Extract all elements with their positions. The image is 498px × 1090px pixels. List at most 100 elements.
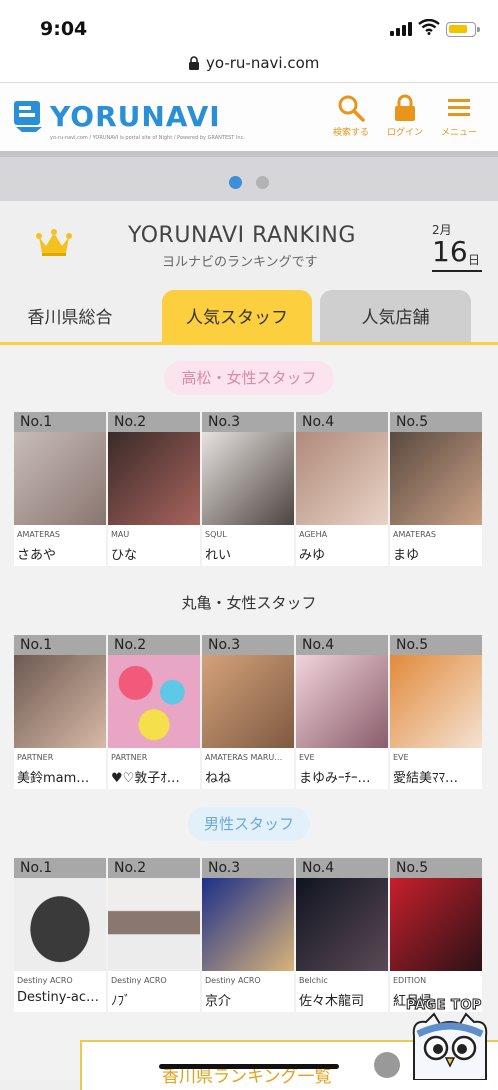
staff-photo xyxy=(14,432,106,525)
staff-name: まゆ xyxy=(393,548,420,563)
shop-name: PARTNER xyxy=(111,753,148,762)
shop-name: EDITION xyxy=(393,976,427,985)
section-title-male: 男性スタッフ xyxy=(188,807,310,841)
staff-card[interactable]: No.4 Belchic 佐々木龍司 xyxy=(296,858,388,1012)
menu-label: メニュー xyxy=(440,128,477,138)
staff-card[interactable]: No.5 EVE 愛結美ﾏﾏ… xyxy=(390,635,482,789)
rank-label: No.1 xyxy=(14,412,106,432)
tab-popular-staff[interactable]: 人気スタッフ xyxy=(162,290,312,342)
staff-name: みゆ xyxy=(299,548,326,563)
staff-photo xyxy=(296,655,388,748)
date-unit: 日 xyxy=(468,253,481,267)
logo-text: YORUNAVI xyxy=(50,100,221,133)
staff-card[interactable]: No.1 Destiny ACRO Destiny-ac… xyxy=(14,858,106,1012)
arrow-right-icon xyxy=(374,1052,400,1078)
staff-name: ﾉﾌﾞ xyxy=(111,994,131,1009)
rank-label: No.5 xyxy=(390,858,482,878)
staff-name: Destiny-ac… xyxy=(17,990,99,1005)
staff-card[interactable]: No.2 Destiny ACRO ﾉﾌﾞ xyxy=(108,858,200,1012)
staff-photo xyxy=(390,432,482,525)
shop-name: AMATERAS xyxy=(393,530,436,539)
staff-photo xyxy=(296,878,388,971)
section-title-takamatsu: 高松・女性スタッフ xyxy=(164,361,334,395)
staff-card[interactable]: No.1 AMATERAS さあや xyxy=(14,412,106,566)
staff-card[interactable]: No.3 AMATERAS MARU… ねね xyxy=(202,635,294,789)
hamburger-icon xyxy=(448,99,470,116)
staff-card[interactable]: No.5 AMATERAS まゆ xyxy=(390,412,482,566)
search-button[interactable]: 検索する xyxy=(324,93,378,149)
lock-icon xyxy=(395,94,415,121)
rank-label: No.5 xyxy=(390,412,482,432)
rank-label: No.2 xyxy=(108,858,200,878)
signal-icon xyxy=(390,22,412,36)
staff-card[interactable]: No.3 SQUL れい xyxy=(202,412,294,566)
staff-card[interactable]: No.4 EVE まゆみｰﾁｰ… xyxy=(296,635,388,789)
section-title-marugame: 丸亀・女性スタッフ xyxy=(181,594,317,612)
staff-card[interactable]: No.2 PARTNER ♥♡敦子ｵ… xyxy=(108,635,200,789)
ranking-header: YORUNAVI RANKING ヨルナビのランキングです 2月 16 日 xyxy=(0,205,498,285)
site-logo[interactable]: YORUNAVI yo-ru-navi.com / YORUNAVI is po… xyxy=(12,97,245,141)
rank-label: No.3 xyxy=(202,858,294,878)
staff-card[interactable]: No.5 EDITION 紅月帰 xyxy=(390,858,482,1012)
rank-label: No.2 xyxy=(108,635,200,655)
ranking-grid-marugame: No.1 PARTNER 美鈴mam… No.2 PARTNER ♥♡敦子ｵ… … xyxy=(14,635,484,791)
staff-name: 美鈴mam… xyxy=(17,771,90,786)
shop-name: Belchic xyxy=(299,976,328,985)
address-bar[interactable]: yo-ru-navi.com xyxy=(0,44,498,83)
slider-dot-active[interactable] xyxy=(229,176,242,189)
page-top-button[interactable]: PAGE TOP xyxy=(404,998,496,1080)
staff-name: 愛結美ﾏﾏ… xyxy=(393,771,459,786)
shop-name: Destiny ACRO xyxy=(205,976,261,985)
menu-button[interactable]: メニュー xyxy=(432,93,486,149)
staff-card[interactable]: No.3 Destiny ACRO 京介 xyxy=(202,858,294,1012)
site-header: YORUNAVI yo-ru-navi.com / YORUNAVI is po… xyxy=(0,83,498,151)
staff-photo xyxy=(14,878,106,971)
logo-subtext: yo-ru-navi.com / YORUNAVI is portal site… xyxy=(50,135,245,141)
rank-label: No.3 xyxy=(202,412,294,432)
logo-mark-icon xyxy=(14,101,42,132)
rank-label: No.2 xyxy=(108,412,200,432)
battery-icon xyxy=(446,22,480,37)
staff-photo xyxy=(108,878,200,971)
ranking-subtitle: ヨルナビのランキングです xyxy=(162,255,318,270)
owl-mascot-icon xyxy=(412,1012,488,1080)
tab-popular-stores[interactable]: 人気店舗 xyxy=(320,290,471,342)
shop-name: PARTNER xyxy=(17,753,54,762)
rank-label: No.1 xyxy=(14,858,106,878)
staff-photo xyxy=(202,655,294,748)
staff-card[interactable]: No.2 MAU ひな xyxy=(108,412,200,566)
rank-label: No.3 xyxy=(202,635,294,655)
login-label: ログイン xyxy=(386,128,423,138)
rank-label: No.5 xyxy=(390,635,482,655)
rank-label: No.4 xyxy=(296,412,388,432)
rank-label: No.4 xyxy=(296,858,388,878)
staff-card[interactable]: No.1 PARTNER 美鈴mam… xyxy=(14,635,106,789)
staff-name: れい xyxy=(205,548,232,563)
staff-name: ♥♡敦子ｵ… xyxy=(111,771,180,786)
staff-name: ひな xyxy=(111,548,138,563)
shop-name: AGEHA xyxy=(299,530,328,539)
status-time: 9:04 xyxy=(40,18,88,40)
ranking-date: 2月 16 日 xyxy=(432,219,484,275)
staff-photo xyxy=(202,878,294,971)
staff-photo xyxy=(390,878,482,971)
crown-icon xyxy=(36,229,72,256)
ranking-tabs: 香川県総合 人気スタッフ 人気店舗 xyxy=(0,290,498,346)
search-label: 検索する xyxy=(332,128,369,138)
ranking-title: YORUNAVI RANKING xyxy=(128,223,356,248)
shop-name: SQUL xyxy=(205,530,227,539)
staff-name: ねね xyxy=(205,771,232,786)
shop-name: Destiny ACRO xyxy=(17,976,73,985)
staff-photo xyxy=(202,432,294,525)
rank-label: No.1 xyxy=(14,635,106,655)
staff-card[interactable]: No.4 AGEHA みゆ xyxy=(296,412,388,566)
slider-dot[interactable] xyxy=(256,176,269,189)
shop-name: EVE xyxy=(299,753,315,762)
tab-kagawa-overall[interactable]: 香川県総合 xyxy=(0,290,140,342)
login-button[interactable]: ログイン xyxy=(378,93,432,149)
rank-label: No.4 xyxy=(296,635,388,655)
staff-photo xyxy=(108,432,200,525)
status-bar: 9:04 xyxy=(0,0,498,44)
banner-slider[interactable] xyxy=(0,151,498,201)
staff-name: さあや xyxy=(17,548,57,563)
